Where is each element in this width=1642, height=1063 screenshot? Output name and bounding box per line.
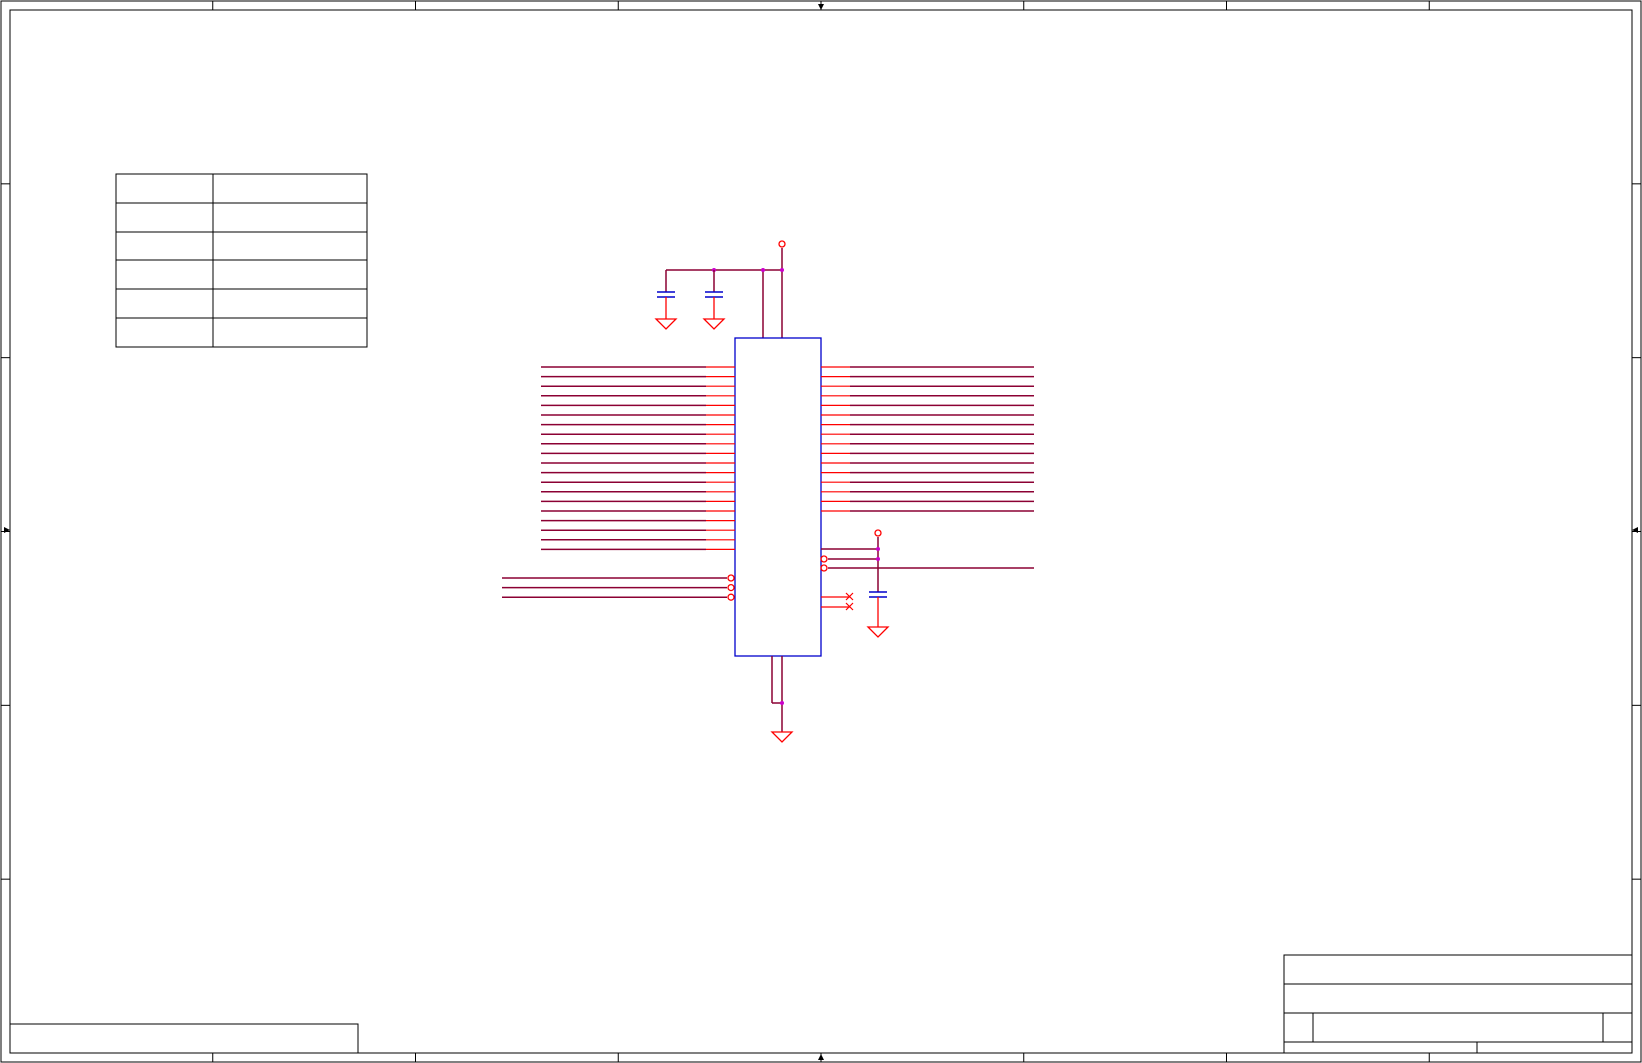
right-signal-section [820,529,1034,638]
ground-net-bottom [770,656,794,743]
capacitor-c2 [702,270,726,330]
capacitor-c1 [654,270,678,330]
power-port-top [778,240,786,248]
schematic-sheet [0,0,1642,1063]
revision-table [115,173,368,348]
ground-symbol [702,318,726,330]
footer-box [9,1023,359,1054]
power-net-top [666,240,786,338]
inversion-bubble [727,593,735,601]
ground-symbol [654,318,678,330]
ground-symbol [770,731,794,743]
left-control-lines [502,574,735,601]
power-port-right [874,529,882,537]
no-connect-pins [821,592,854,611]
ic-body[interactable] [734,337,822,657]
ground-symbol [866,626,890,638]
inversion-bubble [727,583,735,592]
right-bus-lines [821,366,1034,512]
left-bus-lines [541,366,735,551]
title-block [1283,954,1633,1054]
inversion-bubble [727,574,735,582]
